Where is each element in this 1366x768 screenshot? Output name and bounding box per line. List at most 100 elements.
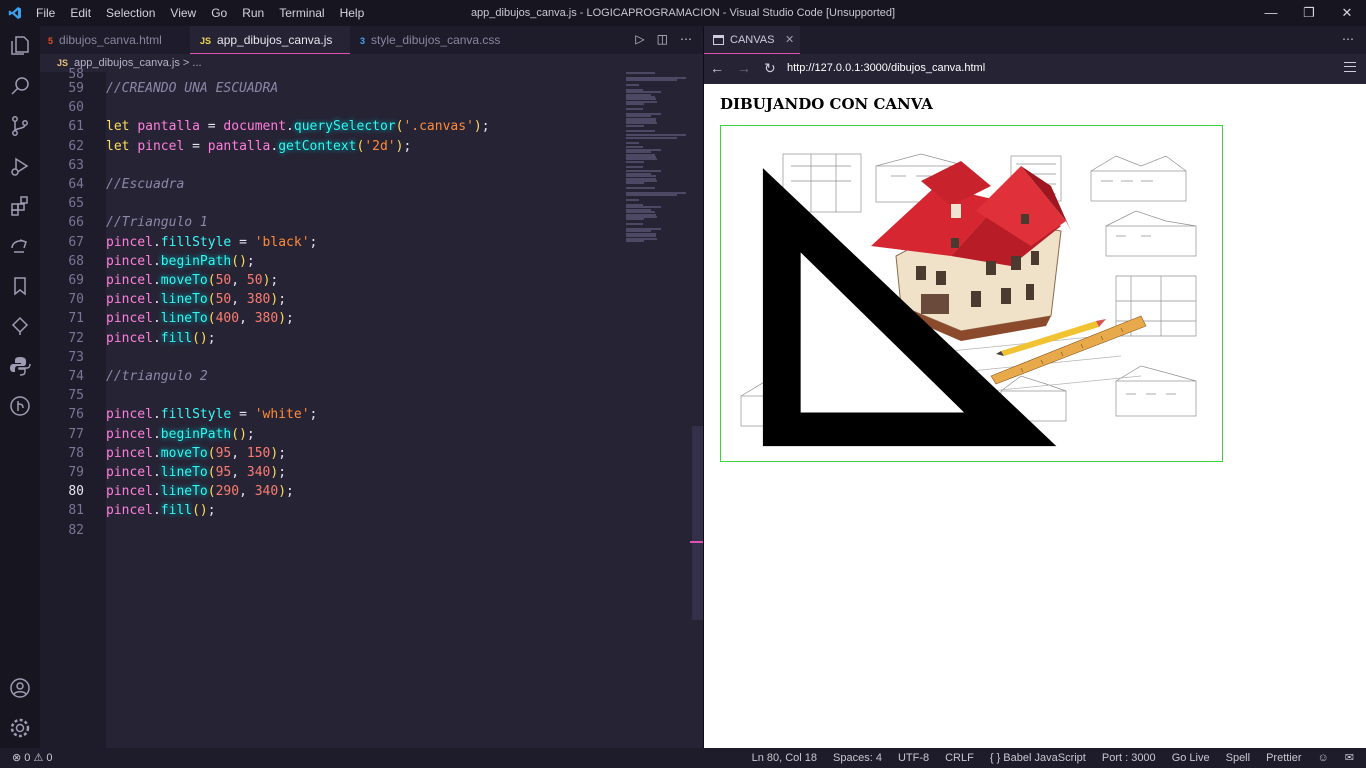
source-control-icon[interactable] [8, 114, 32, 138]
code-token: ( [207, 465, 216, 480]
code-token: lineTo [160, 292, 208, 308]
restore-icon[interactable]: ❐ [1290, 0, 1328, 26]
code-line[interactable]: pincel.moveTo(95, 150); [106, 444, 286, 463]
settings-gear-icon[interactable] [8, 716, 32, 740]
menu-terminal[interactable]: Terminal [272, 0, 332, 26]
account-icon[interactable] [8, 676, 32, 700]
code-line[interactable]: let pincel = pantalla.getContext('2d'); [106, 137, 411, 156]
css-file-icon: 3 [360, 36, 366, 46]
back-arrow-icon[interactable]: ← [710, 60, 724, 76]
python-icon[interactable] [8, 354, 32, 378]
code-editor[interactable]: //CREANDO UNA ESCUADRA let pantalla = doc… [106, 72, 622, 748]
port-status[interactable]: Port : 3000 [1102, 748, 1156, 768]
go-live-button[interactable]: Go Live [1172, 748, 1210, 768]
close-icon[interactable]: ✕ [1328, 0, 1366, 26]
tab-canvas-preview[interactable]: CANVAS ✕ [704, 26, 800, 54]
line-number: 71 [68, 311, 84, 327]
code-line[interactable]: pincel.fillStyle = 'black'; [106, 233, 317, 252]
remote-explorer-icon[interactable] [8, 234, 32, 258]
code-line[interactable]: pincel.fill(); [106, 329, 216, 348]
tree-view-icon[interactable] [8, 314, 32, 338]
code-line[interactable]: pincel.lineTo(290, 340); [106, 482, 294, 501]
more-actions-icon[interactable]: ⋯ [680, 32, 692, 46]
git-graph-icon[interactable] [8, 394, 32, 418]
minimap-line [626, 160, 645, 163]
code-line[interactable]: pincel.beginPath(); [106, 425, 255, 444]
code-line[interactable]: pincel.lineTo(400, 380); [106, 309, 294, 328]
menu-icon[interactable] [1344, 62, 1356, 72]
code-line[interactable]: pincel.beginPath(); [106, 252, 255, 271]
breadcrumb-file[interactable]: app_dibujos_canva.js [74, 57, 180, 69]
tab-label: app_dibujos_canva.js [217, 33, 333, 47]
line-number: 65 [68, 196, 84, 212]
menu-view[interactable]: View [163, 0, 204, 26]
line-ending[interactable]: CRLF [945, 748, 974, 768]
menu-file[interactable]: File [36, 0, 63, 26]
bookmark-icon[interactable] [8, 274, 32, 298]
status-items: Ln 80, Col 18 Spaces: 4 UTF-8 CRLF { } B… [752, 748, 1354, 768]
code-line[interactable]: pincel.lineTo(50, 380); [106, 290, 286, 309]
code-line[interactable]: //triangulo 2 [106, 367, 208, 386]
reload-icon[interactable]: ↻ [764, 60, 776, 77]
notifications-bell-icon[interactable]: ✉ [1345, 748, 1354, 768]
minimap-line [626, 136, 677, 139]
menu-help[interactable]: Help [333, 0, 373, 26]
prettier-status[interactable]: Prettier [1266, 748, 1301, 768]
tab-style-dibujos-canva-css[interactable]: 3 style_dibujos_canva.css [360, 26, 530, 54]
explorer-icon[interactable] [8, 34, 32, 58]
code-token: beginPath [160, 426, 232, 442]
tab-app-dibujos-canva-js[interactable]: JSapp_dibujos_canva.js✕ [190, 26, 350, 76]
code-line[interactable]: //CREANDO UNA ESCUADRA [106, 79, 278, 98]
minimap-line [626, 103, 645, 106]
code-line[interactable]: pincel.fill(); [106, 501, 216, 520]
editor-actions: ▷ ◫ ⋯ [635, 32, 692, 46]
indentation[interactable]: Spaces: 4 [833, 748, 882, 768]
minimap-line [626, 165, 643, 168]
code-line[interactable]: pincel.lineTo(95, 340); [106, 463, 286, 482]
minimap-line [626, 72, 655, 74]
search-icon[interactable] [8, 74, 32, 98]
browser-icon [713, 35, 724, 45]
cursor-position[interactable]: Ln 80, Col 18 [752, 748, 817, 768]
code-line[interactable]: let pantalla = document.querySelector('.… [106, 117, 490, 136]
extensions-icon[interactable] [8, 194, 32, 218]
forward-arrow-icon[interactable]: → [737, 60, 751, 76]
code-token: let [106, 138, 138, 154]
minimize-icon[interactable]: — [1252, 0, 1290, 26]
breadcrumb-more[interactable]: ... [192, 57, 201, 69]
code-token: ; [278, 445, 287, 461]
editor-scrollbar[interactable] [690, 72, 704, 748]
line-number: 77 [68, 426, 84, 442]
code-token: ; [309, 407, 318, 423]
menu-selection[interactable]: Selection [99, 0, 163, 26]
problems-indicator[interactable]: ⊗ 0 ⚠ 0 [12, 748, 53, 768]
url-input[interactable]: http://127.0.0.1:3000/dibujos_canva.html [787, 62, 985, 74]
tab-dibujos-canva-html[interactable]: 5 dibujos_canva.html [48, 26, 198, 54]
code-token: . [152, 273, 161, 288]
language-mode[interactable]: { } Babel JavaScript [990, 748, 1086, 768]
menu-run[interactable]: Run [235, 0, 272, 26]
line-number: 66 [68, 215, 84, 231]
minimap[interactable] [626, 72, 690, 252]
more-actions-icon[interactable]: ⋯ [1342, 32, 1354, 46]
menu-go[interactable]: Go [204, 0, 235, 26]
code-token: . [152, 234, 161, 250]
run-debug-icon[interactable] [8, 154, 32, 178]
feedback-icon[interactable]: ☺ [1318, 748, 1329, 768]
vscode-logo-icon [8, 7, 21, 19]
code-line[interactable]: //Triangulo 1 [106, 213, 208, 232]
line-number: 59 [68, 81, 84, 96]
tab-label: style_dibujos_canva.css [371, 33, 501, 47]
run-icon[interactable]: ▷ [635, 32, 644, 46]
warning-count: 0 [46, 752, 53, 764]
close-icon[interactable]: ✕ [785, 26, 794, 54]
code-line[interactable]: pincel.fillStyle = 'white'; [106, 405, 317, 424]
menu-edit[interactable]: Edit [63, 0, 99, 26]
code-line[interactable]: pincel.moveTo(50, 50); [106, 271, 278, 290]
code-line[interactable]: //Escuadra [106, 175, 184, 194]
encoding[interactable]: UTF-8 [898, 748, 929, 768]
minimap-line [626, 218, 645, 221]
split-editor-icon[interactable]: ◫ [657, 32, 668, 46]
line-number: 61 [68, 119, 84, 135]
spell-check[interactable]: Spell [1226, 748, 1250, 768]
